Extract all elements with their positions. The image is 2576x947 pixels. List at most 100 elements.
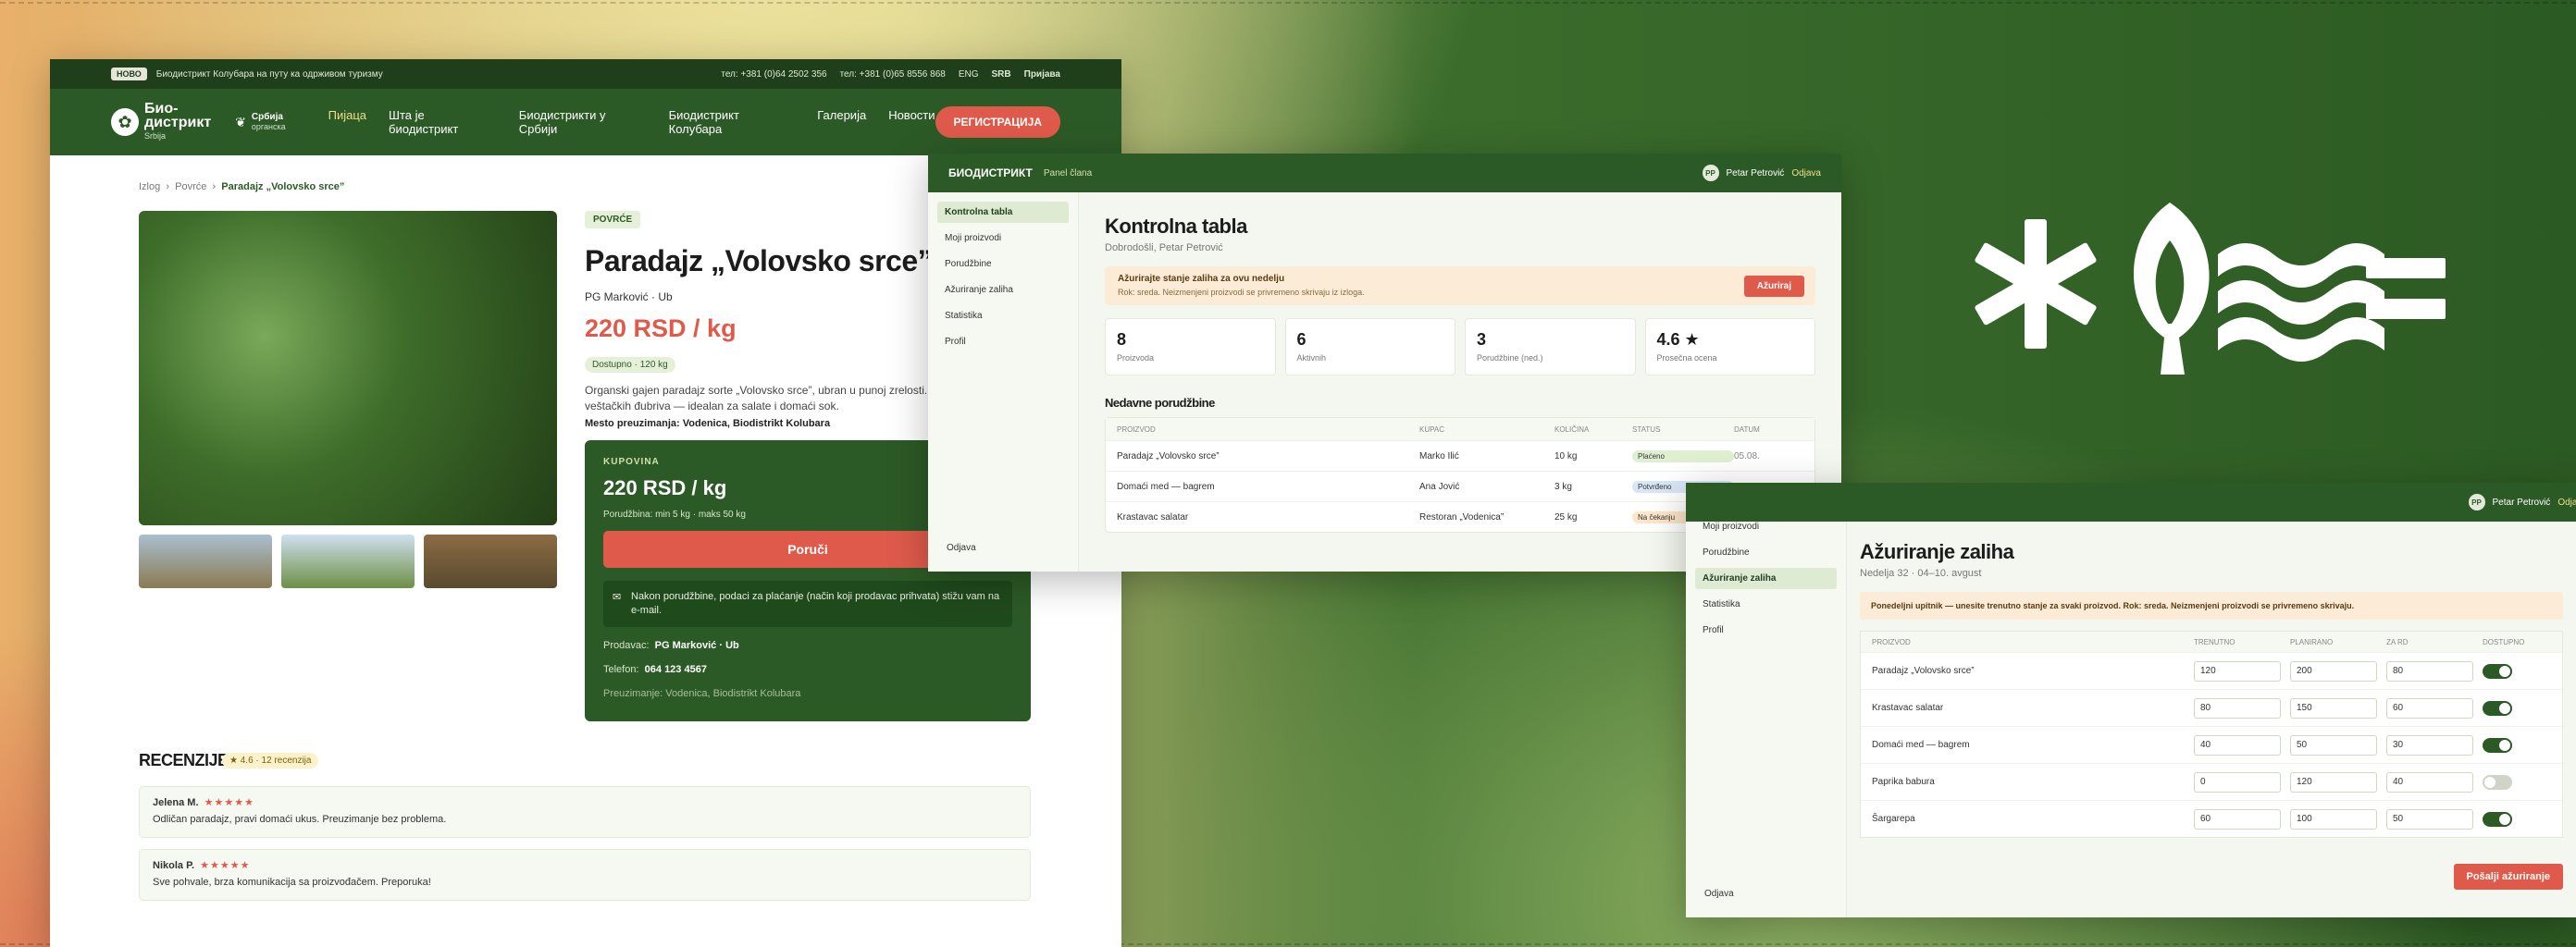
crumb-povrce[interactable]: Povrće: [175, 181, 206, 192]
cell: 120: [2194, 660, 2290, 682]
current-stock-input[interactable]: 40: [2194, 734, 2281, 756]
cell: [2483, 663, 2551, 679]
current-stock-input[interactable]: 0: [2194, 771, 2281, 793]
row-product: Krastavac salatar: [1872, 703, 1944, 713]
nav-item-serbia[interactable]: Биодистрикти у Србији: [519, 108, 647, 136]
stat-card: 8 Proizvoda: [1105, 318, 1276, 375]
payment-note: ✉ Nakon porudžbine, podaci za plaćanje (…: [603, 581, 1012, 627]
dashboard-brand[interactable]: БИОДИСТРИКТ: [948, 166, 1033, 179]
alert-title: Ažurirajte stanje zaliha za ovu nedelju: [1118, 274, 1285, 284]
planned-stock-input[interactable]: 50: [2290, 734, 2377, 756]
nav-item-what-is[interactable]: Шта је биодистрикт: [389, 108, 497, 136]
available-toggle[interactable]: [2483, 811, 2512, 827]
sidebar-item-profile[interactable]: Profil: [937, 331, 1069, 352]
product-thumb-3[interactable]: [424, 535, 557, 588]
lang-sr[interactable]: SRB: [992, 69, 1011, 80]
available-toggle[interactable]: [2483, 737, 2512, 753]
for-rd-input[interactable]: 80: [2386, 660, 2473, 682]
review-stars: ★★★★★: [204, 797, 254, 808]
sidebar-item-orders[interactable]: Porudžbine: [1695, 542, 1837, 563]
phone-value[interactable]: 064 123 4567: [645, 664, 707, 675]
site-logo[interactable]: ✿ Био-дистрикт Srbija: [111, 101, 212, 143]
reviews-title: RECENZIJE: [139, 751, 229, 769]
product-main-photo[interactable]: [139, 211, 557, 525]
stats-row: 8 Proizvoda 6 Aktivnih 3 Porudžbine (ned.) …: [1105, 318, 1815, 375]
review-author: Jelena M.: [153, 797, 199, 808]
partner-name: Србија: [251, 112, 283, 122]
cell: 60: [2386, 697, 2483, 719]
logout-link[interactable]: Odjava: [2557, 498, 2576, 508]
sidebar-logout[interactable]: Odjava: [947, 543, 976, 553]
phone-2[interactable]: тел: +381 (0)65 8556 868: [840, 69, 946, 80]
for-rd-input[interactable]: 50: [2386, 808, 2473, 830]
sidebar-item-stats[interactable]: Statistika: [1695, 594, 1837, 615]
cell: 40: [2386, 771, 2483, 793]
leaf-icon: ❦: [235, 114, 246, 129]
lang-en[interactable]: ENG: [959, 69, 979, 80]
stat-value: 4.6 ★: [1656, 330, 1700, 349]
available-toggle[interactable]: [2483, 663, 2512, 679]
current-stock-input[interactable]: 60: [2194, 808, 2281, 830]
current-stock-input[interactable]: 80: [2194, 697, 2281, 719]
table-header: PROIZVOD KUPAC KOLIČINA STATUS DATUM: [1106, 418, 1814, 440]
logout-link[interactable]: Odjava: [1791, 168, 1821, 178]
sidebar-item-orders[interactable]: Porudžbine: [937, 253, 1069, 275]
login-link[interactable]: Пријава: [1024, 69, 1060, 80]
sidebar-item-dashboard[interactable]: Kontrolna tabla: [937, 202, 1069, 223]
order-buyer: Marko Ilić: [1419, 450, 1459, 461]
cell: 100: [2290, 808, 2386, 830]
sidebar-logout[interactable]: Odjava: [1704, 889, 1734, 899]
sidebar-item-inventory[interactable]: Ažuriranje zaliha: [937, 279, 1069, 301]
seller-row: Prodavac: PG Marković · Ub: [603, 640, 1012, 651]
sidebar-item-profile[interactable]: Profil: [1695, 620, 1837, 641]
logo-line2: дистрикт: [144, 114, 212, 130]
product-thumb-2[interactable]: [281, 535, 415, 588]
product-price: 220 RSD / kg: [585, 314, 737, 342]
nav-item-news[interactable]: Новости: [888, 108, 935, 136]
cell: [2483, 737, 2551, 753]
order-qty: 10 kg: [1554, 450, 1578, 461]
avatar[interactable]: PP: [2468, 494, 2485, 510]
available-toggle[interactable]: [2483, 774, 2512, 790]
for-rd-input[interactable]: 40: [2386, 771, 2473, 793]
availability-badge: Dostupno · 120 kg: [585, 357, 675, 373]
avatar[interactable]: PP: [1702, 165, 1719, 181]
recent-orders-title: Nedavne porudžbine: [1105, 396, 1215, 410]
crumb-izlog[interactable]: Izlog: [139, 181, 160, 192]
nav-item-gallery[interactable]: Галерија: [817, 108, 866, 136]
announcement-text[interactable]: Биодистрикт Колубара на путу ка одрживом…: [156, 69, 383, 80]
cell: 0: [2194, 771, 2290, 793]
current-stock-input[interactable]: 120: [2194, 660, 2281, 682]
planned-stock-input[interactable]: 100: [2290, 808, 2377, 830]
nav-item-market[interactable]: Пијаца: [328, 108, 366, 136]
logo-sub: Srbija: [144, 130, 167, 141]
sidebar-item-inventory[interactable]: Ažuriranje zaliha: [1695, 568, 1837, 589]
update-button[interactable]: Ažuriraj: [1743, 276, 1804, 297]
reviews-rating-badge: ★ 4.6 · 12 recenzija: [222, 753, 319, 769]
product-thumb-1[interactable]: [139, 535, 272, 588]
table-row: Šargarepa 60 100 50: [1861, 800, 2562, 837]
partner-logo[interactable]: ❦ Србија органска: [235, 112, 285, 132]
stat-label: Prosečna ocena: [1656, 353, 1717, 363]
for-rd-input[interactable]: 30: [2386, 734, 2473, 756]
table-row[interactable]: Paradajz „Volovsko srce” Marko Ilić 10 kg P…: [1106, 440, 1814, 471]
sidebar-item-stats[interactable]: Statistika: [937, 305, 1069, 326]
product-seller[interactable]: PG Marković · Ub: [585, 290, 673, 303]
seller-value[interactable]: PG Marković · Ub: [655, 640, 739, 651]
phone-1[interactable]: тел: +381 (0)64 2502 356: [721, 69, 826, 80]
logo-icon: ✿: [111, 108, 139, 136]
planned-stock-input[interactable]: 120: [2290, 771, 2377, 793]
nav-item-kolubara[interactable]: Биодистрикт Колубара: [669, 108, 796, 136]
col-product: PROIZVOD: [1117, 424, 1156, 434]
register-button[interactable]: РЕГИСТРАЦИЈА: [935, 106, 1060, 138]
planned-stock-input[interactable]: 200: [2290, 660, 2377, 682]
col-available: DOSTUPNO: [2483, 637, 2525, 646]
stat-value: 6: [1296, 330, 1307, 349]
send-update-button[interactable]: Pošalji ažuriranje: [2453, 864, 2563, 890]
sidebar-item-products[interactable]: Moji proizvodi: [937, 228, 1069, 249]
available-toggle[interactable]: [2483, 700, 2512, 716]
for-rd-input[interactable]: 60: [2386, 697, 2473, 719]
planned-stock-input[interactable]: 150: [2290, 697, 2377, 719]
review-text: Odličan paradajz, pravi domaći ukus. Pre…: [153, 814, 447, 825]
sidebar-item-products[interactable]: Moji proizvodi: [1695, 516, 1837, 537]
